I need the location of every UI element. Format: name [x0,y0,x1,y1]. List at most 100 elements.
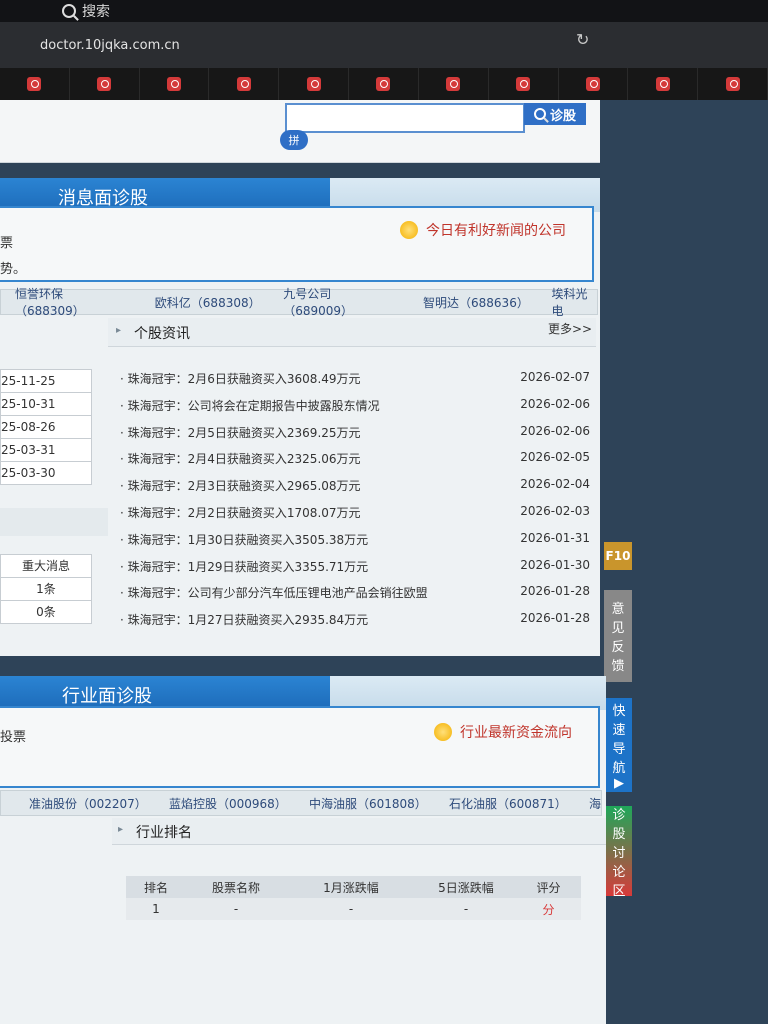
news-title[interactable]: · 珠海冠宇：2月5日获融资买入2369.25万元 [120,424,361,448]
news-item[interactable]: · 珠海冠宇：2月2日获融资买入1708.07万元 2026-02-03 [120,504,590,528]
news-title[interactable]: · 珠海冠宇：1月29日获融资买入3355.71万元 [120,558,368,582]
stock-search-input[interactable] [285,103,525,133]
bookmark-icon [236,77,251,91]
bookmark-item[interactable] [419,68,489,100]
bookmark-icon [585,77,600,91]
stock-link[interactable]: 智明达（688636） [423,294,529,311]
reload-icon[interactable]: ↻ [576,30,589,49]
news-header-title: 个股资讯 [134,326,190,342]
bookmark-item[interactable] [559,68,629,100]
more-link[interactable]: 更多>> [548,320,592,337]
date-cell: 25-11-25 [0,369,92,393]
rank-table: 排名 股票名称 1月涨跌幅 5日涨跌幅 评分 1 - - - 分 [126,876,581,920]
bookmark-item[interactable] [279,68,350,100]
section-banner [0,676,330,710]
date-cell: 25-10-31 [0,392,92,416]
news-date: 2026-01-28 [520,611,590,626]
stock-link[interactable]: 准油股份（002207） [29,795,147,812]
date-cell: 25-03-31 [0,438,92,462]
major-news-header: 重大消息 [0,554,92,578]
date-cell: 25-08-26 [0,415,92,439]
news-date: 2026-02-06 [520,396,590,411]
news-item[interactable]: · 珠海冠宇：1月30日获融资买入3505.38万元 2026-01-31 [120,531,590,555]
bookmark-item[interactable] [70,68,140,100]
news-title[interactable]: · 珠海冠宇：1月27日获融资买入2935.84万元 [120,611,368,635]
bookmarks-bar [0,68,768,100]
section-title: 行业面诊股 [62,686,152,707]
good-news-link[interactable]: 今日有利好新闻的公司 [400,220,566,240]
bookmark-icon [516,77,531,91]
news-date: 2026-02-06 [520,423,590,438]
news-item[interactable]: · 珠海冠宇：2月6日获融资买入3608.49万元 2026-02-07 [120,370,590,394]
table-header-row: 排名 股票名称 1月涨跌幅 5日涨跌幅 评分 [126,876,581,898]
news-title[interactable]: · 珠海冠宇：2月6日获融资买入3608.49万元 [120,370,361,394]
stock-link[interactable]: 海 [589,795,601,812]
major-news-count[interactable]: 1条 [0,577,92,601]
forum-button[interactable]: 诊 股 讨 论 区 [606,806,632,899]
browser-tab-label: 搜索 [82,4,110,20]
bookmark-icon [27,77,42,91]
news-title[interactable]: · 珠海冠宇：公司有少部分汽车低压锂电池产品会销往欧盟 [120,584,428,608]
stock-link[interactable]: 九号公司（689009） [283,285,395,319]
bookmark-icon [725,77,740,91]
news-item[interactable]: · 珠海冠宇：1月29日获融资买入3355.71万元 2026-01-30 [120,558,590,582]
bookmark-icon [446,77,461,91]
rank-header-title: 行业排名 [136,825,192,841]
lightbulb-icon [400,221,418,239]
bookmark-icon [97,77,112,91]
bookmark-icon [655,77,670,91]
major-news-count[interactable]: 0条 [0,600,92,624]
news-info-box [0,206,594,282]
stock-link[interactable]: 恒誉环保（688309） [15,285,127,319]
bookmark-icon [306,77,321,91]
section-banner-strip [330,676,606,710]
info-text: 势。 [0,262,27,277]
search-icon [62,4,76,18]
news-title[interactable]: · 珠海冠宇：2月4日获融资买入2325.06万元 [120,450,361,474]
industry-info-box [0,706,600,788]
search-icon [533,108,546,120]
quick-nav-button[interactable]: 快 速 导 航 ▶ [606,698,632,792]
browser-tab-bar [0,0,768,22]
news-date: 2026-02-03 [520,504,590,518]
lightbulb-icon [434,723,452,741]
browser-tab[interactable]: 搜索 [62,0,110,22]
news-item[interactable]: · 珠海冠宇：2月3日获融资买入2965.08万元 2026-02-04 [120,477,590,501]
news-title[interactable]: · 珠海冠宇：2月2日获融资买入1708.07万元 [120,504,361,528]
table-row[interactable]: 1 - - - 分 [126,898,581,920]
news-item[interactable]: · 珠海冠宇：公司将会在定期报告中披露股东情况 2026-02-06 [120,397,590,421]
stock-link[interactable]: 中海油服（601808） [309,795,427,812]
feedback-button[interactable]: 意 见 反 馈 [604,590,632,682]
news-date: 2026-01-31 [520,530,590,545]
bookmark-item[interactable] [489,68,559,100]
stock-ticker-bar: 准油股份（002207） 蓝焰控股（000968） 中海油服（601808） 石… [0,790,602,816]
bookmark-item[interactable] [349,68,419,100]
pinyin-button[interactable]: 拼 [280,130,308,150]
fund-flow-link[interactable]: 行业最新资金流向 [434,722,572,742]
stock-link[interactable]: 欧科亿（688308） [155,294,261,311]
bookmark-item[interactable] [140,68,210,100]
news-title[interactable]: · 珠海冠宇：2月3日获融资买入2965.08万元 [120,477,361,501]
news-title[interactable]: · 珠海冠宇：公司将会在定期报告中披露股东情况 [120,397,380,421]
bookmark-icon [376,77,391,91]
stock-link[interactable]: 埃科光电 [551,285,597,319]
news-date: 2026-01-30 [520,557,590,572]
news-item[interactable]: · 珠海冠宇：1月27日获融资买入2935.84万元 2026-01-28 [120,611,590,635]
info-text: 票 [0,236,14,251]
bookmark-item[interactable] [0,68,70,100]
stock-link[interactable]: 石化油服（600871） [449,795,567,812]
bookmark-item[interactable] [698,68,768,100]
f10-button[interactable]: F10 [604,542,632,570]
bookmark-item[interactable] [628,68,699,100]
news-date: 2026-01-28 [520,584,590,599]
diagnose-button[interactable]: 诊股 [524,103,586,125]
bullet-icon: ▸ [118,824,124,835]
stock-link[interactable]: 蓝焰控股（000968） [169,795,287,812]
news-item[interactable]: · 珠海冠宇：公司有少部分汽车低压锂电池产品会销往欧盟 2026-01-28 [120,584,590,608]
news-item[interactable]: · 珠海冠宇：2月4日获融资买入2325.06万元 2026-02-05 [120,450,590,474]
news-title[interactable]: · 珠海冠宇：1月30日获融资买入3505.38万元 [120,531,368,555]
news-item[interactable]: · 珠海冠宇：2月5日获融资买入2369.25万元 2026-02-06 [120,424,590,448]
bookmark-icon [167,77,182,91]
url-text[interactable]: doctor.10jqka.com.cn [40,38,180,53]
bookmark-item[interactable] [209,68,280,100]
